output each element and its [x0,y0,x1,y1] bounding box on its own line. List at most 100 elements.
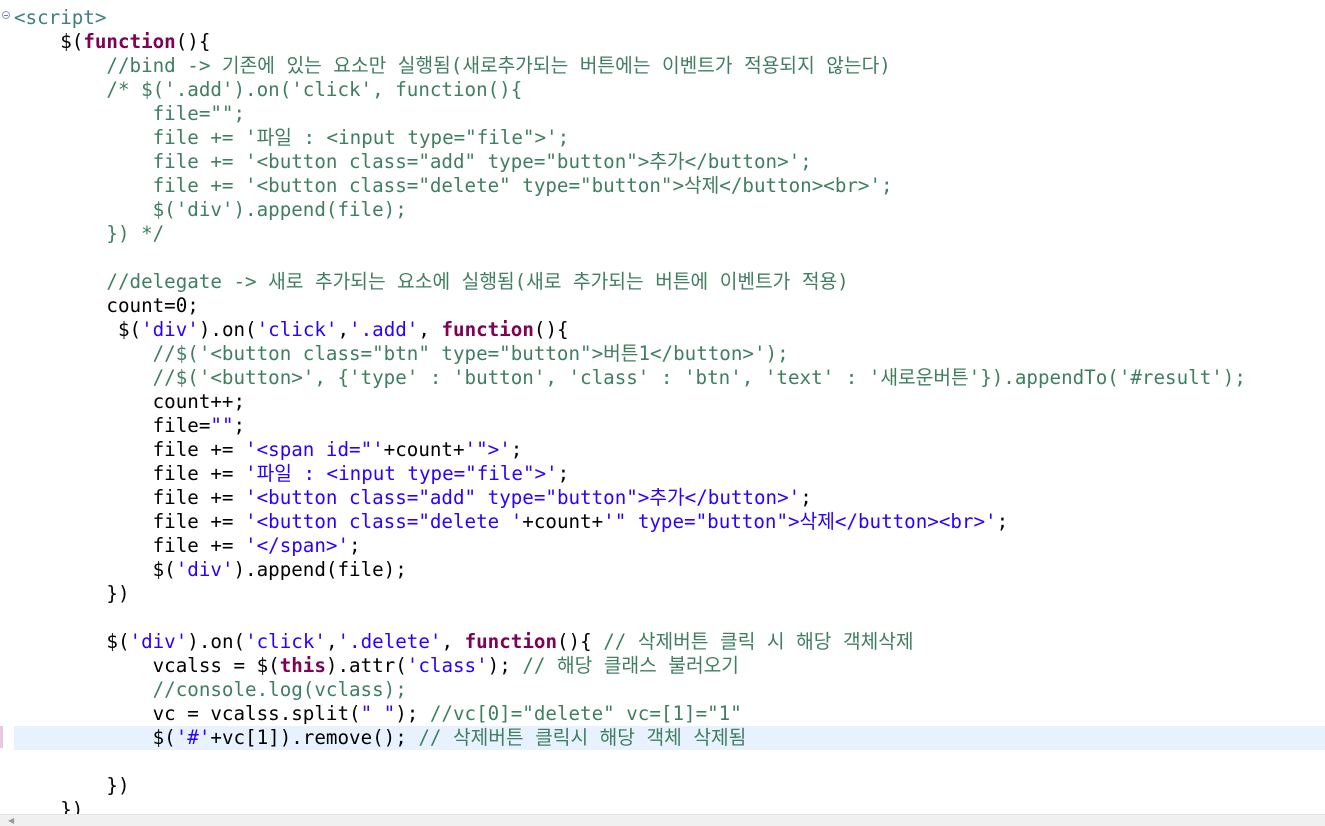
code-token: ); [395,702,430,725]
code-token: '</span>' [245,534,350,557]
code-token: '파일 : <input type="file">' [245,462,558,485]
code-line[interactable]: count=0; [14,294,1325,318]
code-token: //vc[0]="delete" vc=[1]="1" [429,702,742,725]
code-token: file += '파일 : <input type="file">'; [14,126,570,149]
code-line[interactable]: //$('<button class="btn" type="button">버… [14,342,1325,366]
code-token: +vc[1]).remove(); [210,726,419,749]
code-token: //$('<button class="btn" type="button">버… [14,342,789,365]
code-token: function [441,318,534,341]
code-token: // 삭제버튼 클릭시 해당 객체 삭제됨 [418,726,747,749]
code-token: 'div' [129,630,188,653]
code-token: file += [14,534,246,557]
code-token: $('div').append(file); [14,198,407,221]
code-line[interactable]: $('div').append(file); [14,558,1325,582]
current-line-marker [0,726,3,748]
code-token: ; [510,438,523,461]
code-token: $( [14,30,84,53]
code-token: , [441,630,465,653]
code-line[interactable]: file += '파일 : <input type="file">'; [14,126,1325,150]
code-token: , [337,318,350,341]
code-token: vcalss = $( [14,654,280,677]
code-line[interactable]: file=""; [14,102,1325,126]
code-token: file += [14,486,246,509]
code-token: vc = vcalss.split( [14,702,361,725]
code-token: , [325,630,338,653]
code-line[interactable]: file += '<button class="add" type="butto… [14,486,1325,510]
code-line[interactable]: }) */ [14,222,1325,246]
code-token: file += [14,438,246,461]
code-line[interactable]: $('#'+vc[1]).remove(); // 삭제버튼 클릭시 해당 객체… [14,726,1325,750]
code-token: file += '<button class="add" type="butto… [14,150,812,173]
code-line[interactable]: $('div').on('click','.delete', function(… [14,630,1325,654]
code-token: // 해당 클래스 불러오기 [522,654,739,677]
code-token: ).append(file); [233,558,407,581]
code-token: }) [14,774,130,797]
code-token: (){ [175,30,211,53]
code-line[interactable]: file += '</span>'; [14,534,1325,558]
code-token: //bind -> 기존에 있는 요소만 실행됨(새로추가되는 버튼에는 이벤트… [14,54,891,77]
code-token: //console.log(vclass); [14,678,407,701]
code-token: file=""; [14,102,246,125]
code-line[interactable]: }) [14,798,1325,814]
code-line[interactable]: $('div').on('click','.add', function(){ [14,318,1325,342]
code-token: "" [210,414,234,437]
code-line[interactable]: $(function(){ [14,30,1325,54]
code-token: ; [557,462,570,485]
code-token: +count+ [383,438,465,461]
code-token: 'class' [406,654,488,677]
code-token: // 삭제버튼 클릭 시 해당 객체삭제 [603,630,914,653]
code-line[interactable] [14,750,1325,774]
code-line[interactable]: file += '<button class="delete '+count+'… [14,510,1325,534]
code-line[interactable]: vc = vcalss.split(" "); //vc[0]="delete"… [14,702,1325,726]
code-token: " " [360,702,396,725]
code-editor[interactable]: <script> $(function(){ //bind -> 기존에 있는 … [14,6,1325,814]
code-token: function [464,630,557,653]
code-line[interactable]: <script> [14,6,1325,30]
code-token: 'click' [256,318,338,341]
code-token: ; [349,534,361,557]
code-token: }) */ [14,222,165,245]
code-line[interactable]: count++; [14,390,1325,414]
code-token: file += '<button class="delete" type="bu… [14,174,893,197]
code-token: +count+ [522,510,604,533]
code-token: ).on( [187,630,246,653]
code-line[interactable]: file += '파일 : <input type="file">'; [14,462,1325,486]
code-token: $( [14,726,176,749]
code-line[interactable]: file += '<button class="delete" type="bu… [14,174,1325,198]
code-line[interactable]: /* $('.add').on('click', function(){ [14,78,1325,102]
horizontal-scrollbar[interactable]: ◀ [0,814,1325,826]
code-line[interactable]: //console.log(vclass); [14,678,1325,702]
code-line[interactable] [14,606,1325,630]
code-token: ; [996,510,1009,533]
fold-collapse-icon[interactable] [2,11,10,19]
code-token: (){ [557,630,604,653]
code-token: }) [14,582,130,605]
code-token: '<button class="add" type="button">추가</b… [245,486,801,509]
code-line[interactable] [14,246,1325,270]
code-token: '<button class="delete ' [245,510,523,533]
code-line[interactable]: //bind -> 기존에 있는 요소만 실행됨(새로추가되는 버튼에는 이벤트… [14,54,1325,78]
code-line[interactable]: $('div').append(file); [14,198,1325,222]
code-token: //delegate -> 새로 추가되는 요소에 실행됨(새로 추가되는 버튼… [14,270,849,293]
code-token: $( [14,318,142,341]
code-line[interactable]: file += '<span id="'+count+'">'; [14,438,1325,462]
code-line[interactable]: //delegate -> 새로 추가되는 요소에 실행됨(새로 추가되는 버튼… [14,270,1325,294]
code-token: /* $('.add').on('click', function(){ [14,78,523,101]
code-token: '">' [464,438,511,461]
code-token: 'div' [141,318,199,341]
code-token: count=0; [14,294,199,317]
code-token: '.add' [349,318,419,341]
code-line[interactable]: file=""; [14,414,1325,438]
code-token: '.delete' [337,630,442,653]
code-line[interactable]: vcalss = $(this).attr('class'); // 해당 클래… [14,654,1325,678]
code-token: ).on( [198,318,257,341]
code-token: 'click' [245,630,326,653]
code-line[interactable]: }) [14,582,1325,606]
code-line[interactable]: }) [14,774,1325,798]
code-line[interactable]: //$('<button>', {'type' : 'button', 'cla… [14,366,1325,390]
scroll-left-arrow-icon[interactable]: ◀ [8,817,14,825]
code-token: ).attr( [325,654,407,677]
code-line[interactable]: file += '<button class="add" type="butto… [14,150,1325,174]
code-token: ; [800,486,812,509]
code-token: }) [14,798,84,814]
